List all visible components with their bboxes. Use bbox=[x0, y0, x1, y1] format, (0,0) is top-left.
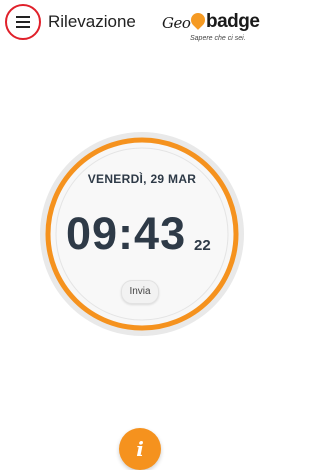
date-label: VENERDÌ, 29 MAR bbox=[87, 172, 197, 186]
time-display: 09:43 bbox=[66, 208, 187, 259]
logo-geo-text: Geo bbox=[162, 14, 191, 32]
hamburger-menu-icon bbox=[16, 16, 30, 18]
seconds-display: 22 bbox=[194, 237, 211, 254]
logo-badge-text: badge bbox=[206, 11, 260, 32]
info-button[interactable]: i bbox=[119, 428, 161, 470]
logo-tagline: Sapere che ci sei. bbox=[190, 35, 246, 42]
page-title: Rilevazione bbox=[48, 12, 136, 31]
geobadge-logo: Geo badge Sapere che ci sei. bbox=[162, 8, 272, 48]
menu-button[interactable] bbox=[5, 4, 41, 40]
send-button[interactable]: Invia bbox=[121, 280, 159, 304]
location-pin-icon bbox=[188, 10, 208, 30]
app-header: Rilevazione Geo badge Sapere che ci sei. bbox=[0, 0, 279, 46]
clock-widget: VENERDÌ, 29 MAR 09:43 22 Invia bbox=[38, 130, 246, 338]
info-icon: i bbox=[136, 437, 144, 461]
